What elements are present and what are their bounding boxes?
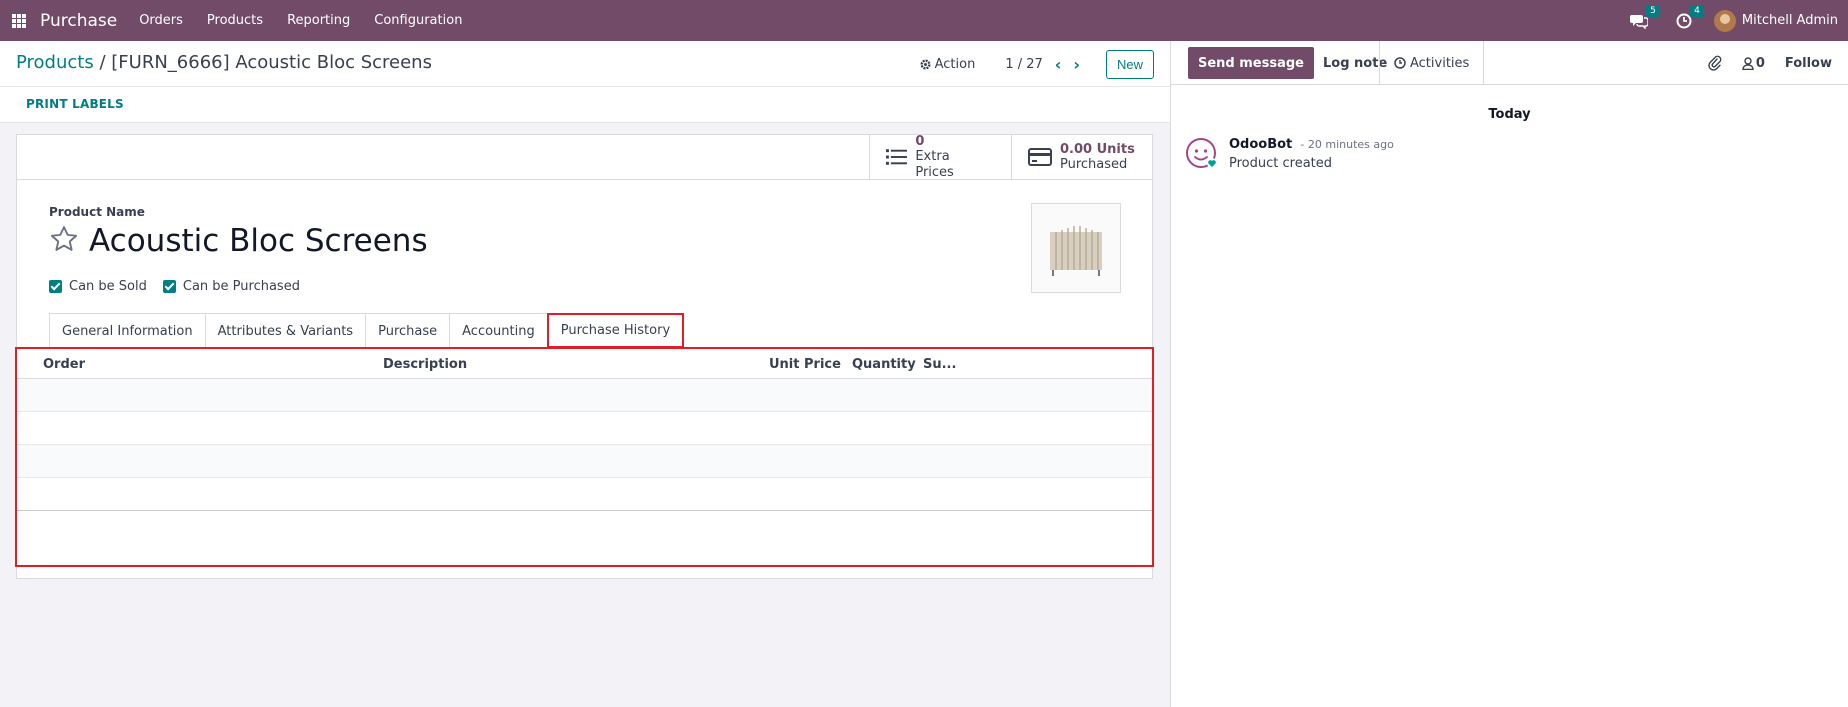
checkbox-checked-icon — [162, 280, 176, 293]
form-statusbar: PRINT LABELS — [0, 87, 1170, 123]
table-row — [17, 445, 1152, 478]
message-body: Product created — [1229, 156, 1333, 171]
can-be-sold-label: Can be Sold — [69, 279, 147, 294]
gear-icon — [920, 58, 931, 70]
user-menu[interactable]: Mitchell Admin — [1713, 9, 1838, 32]
tab-general-information[interactable]: General Information — [49, 313, 206, 348]
column-order[interactable]: Order — [43, 357, 85, 372]
column-quantity[interactable]: Quantity — [852, 357, 916, 372]
purchased-value: 0.00 Units — [1060, 141, 1135, 157]
clock-icon — [1394, 57, 1406, 69]
purchase-history-table: Order Description Unit Price Quantity Su… — [15, 347, 1154, 567]
menu-products[interactable]: Products — [207, 13, 263, 28]
column-unit-price[interactable]: Unit Price — [769, 357, 841, 372]
breadcrumb-separator: / — [99, 52, 106, 73]
extra-prices-button[interactable]: 0 Extra Prices — [869, 133, 990, 180]
notebook-tabs: General Information Attributes & Variant… — [49, 313, 685, 348]
print-labels-button[interactable]: PRINT LABELS — [26, 97, 124, 111]
smart-buttons: 0 Extra Prices 0.00 Units Purchased — [17, 133, 1154, 180]
messages-badge: 5 — [1646, 4, 1660, 17]
pager-previous-icon[interactable]: ‹ — [1055, 55, 1062, 74]
date-separator: Today — [1488, 107, 1531, 122]
can-be-sold-checkbox[interactable]: Can be Sold — [49, 279, 147, 294]
checkbox-checked-icon — [49, 280, 62, 293]
activities-menu[interactable]: 4 — [1676, 4, 1704, 29]
user-name: Mitchell Admin — [1741, 13, 1838, 28]
followers-count: 0 — [1755, 55, 1765, 71]
apps-menu-icon[interactable] — [12, 13, 26, 28]
tab-purchase-history[interactable]: Purchase History — [546, 313, 685, 348]
menu-configuration[interactable]: Configuration — [374, 13, 462, 28]
extra-prices-value: 0 — [915, 133, 925, 149]
action-label: Action — [934, 56, 976, 72]
odoobot-avatar-icon — [1186, 138, 1217, 168]
column-subtotal[interactable]: Su... — [923, 357, 956, 372]
action-button[interactable]: Action — [920, 56, 976, 72]
purchased-button[interactable]: 0.00 Units Purchased — [1011, 135, 1154, 179]
menu-reporting[interactable]: Reporting — [287, 13, 350, 28]
pager-value[interactable]: 1 / 27 — [1005, 57, 1042, 72]
main-content: Products / [FURN_6666] Acoustic Bloc Scr… — [0, 41, 1170, 707]
can-be-purchased-checkbox[interactable]: Can be Purchased — [162, 279, 300, 294]
follow-button[interactable]: Follow — [1785, 56, 1832, 71]
form-sheet: 0 Extra Prices 0.00 Units Purchased Prod… — [15, 133, 1154, 579]
message-time: - 20 minutes ago — [1300, 138, 1394, 151]
product-image[interactable] — [1031, 203, 1121, 293]
send-message-button[interactable]: Send message — [1188, 47, 1314, 79]
extra-prices-label: Extra Prices — [915, 148, 954, 180]
menu-orders[interactable]: Orders — [139, 13, 183, 28]
followers-button[interactable]: 0 — [1742, 56, 1765, 71]
message-author[interactable]: OdooBot — [1229, 137, 1292, 152]
table-row — [17, 379, 1152, 412]
app-name[interactable]: Purchase — [40, 11, 117, 31]
product-name-label: Product Name — [49, 205, 145, 219]
chatter-topbar: Send message Log note Activities 0 Follo… — [1171, 41, 1848, 85]
top-navbar: Purchase Orders Products Reporting Confi… — [0, 0, 1848, 41]
tab-accounting[interactable]: Accounting — [449, 313, 548, 348]
table-header: Order Description Unit Price Quantity Su… — [17, 349, 1152, 379]
activities-badge: 4 — [1690, 4, 1704, 17]
chatter-message: OdooBot - 20 minutes ago Product created — [1185, 137, 1394, 171]
table-row — [17, 412, 1152, 445]
activities-button[interactable]: Activities — [1379, 41, 1485, 85]
can-be-purchased-label: Can be Purchased — [182, 279, 300, 294]
tab-attributes-variants[interactable]: Attributes & Variants — [204, 313, 367, 348]
breadcrumb-products[interactable]: Products — [16, 52, 94, 73]
breadcrumb-current: [FURN_6666] Acoustic Bloc Screens — [111, 52, 432, 73]
paperclip-icon[interactable] — [1708, 55, 1722, 71]
activities-label: Activities — [1410, 55, 1470, 71]
credit-card-icon — [1028, 148, 1052, 166]
list-icon — [886, 149, 908, 165]
chatter-panel: Send message Log note Activities 0 Follo… — [1170, 41, 1848, 707]
star-icon[interactable] — [49, 224, 79, 254]
control-panel: Products / [FURN_6666] Acoustic Bloc Scr… — [0, 41, 1170, 87]
user-icon — [1742, 56, 1754, 70]
new-button[interactable]: New — [1105, 49, 1154, 79]
messaging-menu[interactable]: 5 — [1629, 4, 1660, 29]
column-description[interactable]: Description — [383, 357, 467, 372]
tab-purchase[interactable]: Purchase — [365, 313, 451, 348]
product-name-field[interactable]: Acoustic Bloc Screens — [89, 223, 428, 259]
breadcrumb: Products / [FURN_6666] Acoustic Bloc Scr… — [16, 52, 432, 73]
product-photo — [1050, 226, 1102, 276]
pager-next-icon[interactable]: › — [1073, 55, 1080, 74]
avatar — [1713, 9, 1736, 32]
product-flags: Can be Sold Can be Purchased — [49, 279, 300, 294]
purchased-label: Purchased — [1060, 156, 1128, 172]
table-row — [17, 478, 1152, 511]
